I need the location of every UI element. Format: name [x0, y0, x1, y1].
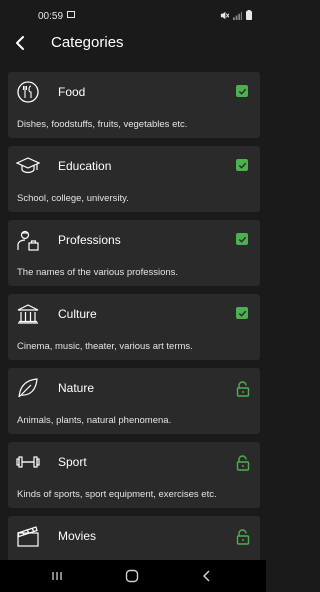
- check-icon: [236, 307, 248, 319]
- category-description: School, college, university.: [17, 193, 129, 204]
- category-checkbox[interactable]: [236, 233, 250, 247]
- recent-apps-icon: [52, 572, 62, 580]
- category-description: Kinds of sports, sport equipment, exerci…: [17, 489, 217, 500]
- category-list[interactable]: Food Dishes, foodstuffs, fruits, vegetab…: [0, 72, 266, 560]
- back-button[interactable]: [10, 32, 32, 54]
- museum-icon: [16, 302, 40, 326]
- back-arrow-icon: [16, 36, 24, 50]
- recent-apps-button[interactable]: [49, 568, 65, 584]
- check-icon: [236, 85, 248, 97]
- system-nav-bar: [0, 560, 266, 592]
- category-description: Animals, plants, natural phenomena.: [17, 415, 172, 426]
- lock-icon: [236, 381, 250, 397]
- category-title: Education: [58, 159, 112, 173]
- category-card-professions[interactable]: Professions The names of the various pro…: [8, 220, 260, 286]
- food-icon: [16, 80, 40, 104]
- lock-icon: [236, 455, 250, 471]
- back-icon: [202, 570, 210, 582]
- category-title: Sport: [58, 455, 87, 469]
- category-title: Movies: [58, 529, 97, 543]
- app-header: Categories: [0, 26, 266, 62]
- lock-icon: [236, 529, 250, 545]
- category-title: Nature: [58, 381, 95, 395]
- dumbbell-icon: [16, 450, 40, 474]
- category-description: Cinema, music, theater, various art term…: [17, 341, 193, 352]
- worker-icon: [16, 228, 40, 252]
- category-card-culture[interactable]: Culture Cinema, music, theater, various …: [8, 294, 260, 360]
- category-card-nature[interactable]: Nature Animals, plants, natural phenomen…: [8, 368, 260, 434]
- status-time: 00:59: [38, 11, 64, 22]
- category-title: Culture: [58, 307, 97, 321]
- leaf-icon: [16, 376, 40, 400]
- category-card-food[interactable]: Food Dishes, foodstuffs, fruits, vegetab…: [8, 72, 260, 138]
- category-title: Professions: [58, 233, 121, 247]
- category-card-movies[interactable]: Movies: [8, 516, 260, 560]
- check-icon: [236, 233, 248, 245]
- category-description: Dishes, foodstuffs, fruits, vegetables e…: [17, 119, 188, 130]
- check-icon: [236, 159, 248, 171]
- home-button[interactable]: [124, 568, 140, 584]
- category-title: Food: [58, 85, 86, 99]
- category-checkbox[interactable]: [236, 307, 250, 321]
- mute-icon: [220, 11, 229, 19]
- image-icon: [67, 11, 75, 18]
- category-description: The names of the various professions.: [17, 267, 179, 278]
- category-checkbox[interactable]: [236, 85, 250, 99]
- signal-icon: [233, 11, 242, 20]
- status-icons: [220, 10, 252, 20]
- clapperboard-icon: [16, 524, 40, 548]
- category-checkbox[interactable]: [236, 159, 250, 173]
- battery-icon: [246, 10, 252, 20]
- category-card-sport[interactable]: Sport Kinds of sports, sport equipment, …: [8, 442, 260, 508]
- category-card-education[interactable]: Education School, college, university.: [8, 146, 260, 212]
- graduation-cap-icon: [16, 154, 40, 178]
- home-icon: [125, 569, 139, 583]
- nav-back-button[interactable]: [199, 568, 215, 584]
- page-title: Categories: [51, 34, 124, 51]
